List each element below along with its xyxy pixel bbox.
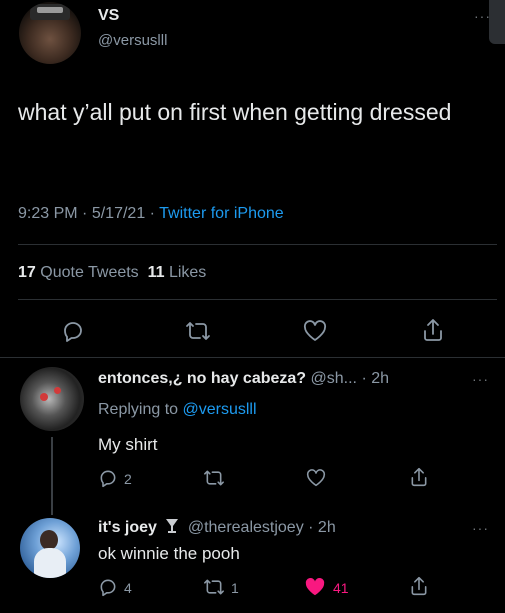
main-author-name[interactable]: VS: [98, 7, 119, 25]
reply-header: entonces,¿ no hay cabeza? @sh... · 2h: [98, 370, 389, 388]
retweet-count: 1: [231, 580, 239, 596]
reply-icon[interactable]: [98, 468, 118, 488]
divider: [18, 244, 497, 245]
like-label[interactable]: Likes: [169, 264, 206, 281]
more-icon[interactable]: ···: [472, 520, 489, 536]
tweet-time: 9:23 PM: [18, 205, 78, 222]
goblet-badge-icon: [165, 518, 179, 539]
meta-separator: ·: [82, 205, 88, 222]
main-author-handle[interactable]: @versuslll: [98, 32, 167, 49]
retweet-icon[interactable]: [203, 468, 225, 488]
reply-icon[interactable]: [98, 577, 118, 597]
divider: [0, 357, 505, 358]
reply-author-name[interactable]: it's joey: [98, 519, 157, 536]
reply-avatar[interactable]: [20, 518, 80, 578]
tweet-meta: 9:23 PM · 5/17/21 · Twitter for iPhone: [18, 205, 284, 223]
tweet-date[interactable]: 5/17/21: [92, 205, 145, 222]
reply-avatar[interactable]: [20, 367, 84, 431]
heart-icon[interactable]: [306, 469, 326, 487]
quote-count[interactable]: 17: [18, 264, 36, 281]
retweet-icon[interactable]: [203, 577, 225, 597]
reply-count: 2: [124, 471, 132, 487]
thread-line: [51, 437, 53, 515]
replying-to: Replying to @versuslll: [98, 401, 257, 419]
reply-author-handle[interactable]: @therealestjoey: [188, 519, 304, 536]
share-icon[interactable]: [409, 466, 429, 488]
like-count: 41: [333, 580, 349, 596]
scrollbar[interactable]: [489, 0, 505, 44]
reply-text: My shirt: [98, 435, 158, 454]
replying-prefix: Replying to: [98, 401, 179, 418]
heart-icon[interactable]: [303, 320, 327, 342]
reply-time[interactable]: · 2h: [308, 519, 336, 536]
meta-separator: ·: [149, 205, 155, 222]
engagement-stats: 17 Quote Tweets 11 Likes: [18, 264, 206, 282]
divider: [18, 299, 497, 300]
reply-text: ok winnie the pooh: [98, 544, 240, 563]
reply-author-handle[interactable]: @sh...: [311, 370, 357, 387]
reply-time[interactable]: · 2h: [361, 370, 389, 387]
main-author-avatar[interactable]: [19, 2, 81, 64]
retweet-icon[interactable]: [185, 319, 211, 343]
like-count[interactable]: 11: [148, 264, 165, 281]
heart-filled-icon[interactable]: [304, 577, 326, 597]
share-icon[interactable]: [421, 317, 445, 343]
tweet-source[interactable]: Twitter for iPhone: [159, 205, 284, 222]
reply-header: it's joey @therealestjoey · 2h: [98, 518, 336, 539]
reply-icon[interactable]: [61, 319, 85, 343]
reply-count: 4: [124, 580, 132, 596]
replying-handle[interactable]: @versuslll: [183, 401, 257, 418]
quote-label[interactable]: Quote Tweets: [40, 264, 138, 281]
more-icon[interactable]: ···: [472, 371, 489, 387]
main-tweet-text: what y’all put on first when getting dre…: [18, 99, 452, 125]
share-icon[interactable]: [409, 575, 429, 597]
reply-author-name[interactable]: entonces,¿ no hay cabeza?: [98, 370, 306, 387]
